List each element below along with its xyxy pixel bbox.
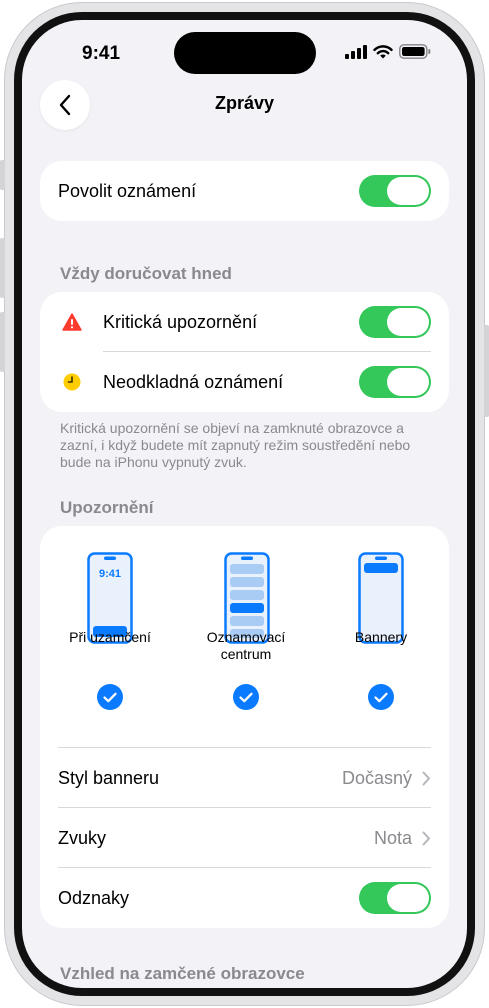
lock-screen-checkmark-icon[interactable] <box>97 684 123 710</box>
style-lock-screen-label: Při uzamčení <box>69 629 151 645</box>
time-sensitive-row: Neodkladná oznámení <box>40 352 449 412</box>
time-sensitive-label: Neodkladná oznámení <box>103 371 284 392</box>
badges-row: Odznaky <box>40 868 449 928</box>
deliver-footnote: Kritická upozornění se objeví na zamknut… <box>60 420 411 470</box>
allow-notifications-row: Povolit oznámení <box>40 161 449 221</box>
lock-screen-time: 9:41 <box>99 568 121 580</box>
sounds-value: Nota <box>373 827 412 848</box>
lock-screen-appearance-header: Vzhled na zamčené obrazovce <box>60 964 305 983</box>
alerts-card: 9:41 Při uzamčení Oznamovací centrum Ban… <box>40 526 449 928</box>
signal-icon <box>345 44 367 59</box>
deliver-header: Vždy doručovat hned <box>60 264 232 283</box>
banners-checkmark-icon[interactable] <box>368 684 394 710</box>
page-title: Zprávy <box>214 93 275 113</box>
badges-label: Odznaky <box>58 887 130 908</box>
notification-center-checkmark-icon[interactable] <box>233 684 259 710</box>
battery-icon <box>399 44 431 59</box>
sounds-label: Zvuky <box>58 827 107 848</box>
critical-alerts-toggle[interactable] <box>359 306 431 338</box>
side-button <box>484 325 489 417</box>
volume-up-button <box>0 238 5 298</box>
critical-alerts-label: Kritická upozornění <box>103 311 258 332</box>
wifi-icon <box>373 44 393 58</box>
sounds-row[interactable]: Zvuky Nota <box>40 808 449 868</box>
screen: 9:41 Zprávy Povolit oznámení Vždy doručo… <box>22 20 467 988</box>
style-banners-label: Bannery <box>354 629 408 645</box>
dynamic-island <box>174 32 316 74</box>
chevron-right-icon <box>422 771 431 786</box>
chevron-right-icon <box>422 831 431 846</box>
allow-notifications-label: Povolit oznámení <box>58 180 197 201</box>
allow-notifications-toggle[interactable] <box>359 175 431 207</box>
alert-styles: 9:41 Při uzamčení Oznamovací centrum Ban… <box>40 526 449 748</box>
volume-down-button <box>0 312 5 372</box>
style-notification-center-label: Oznamovací centrum <box>206 629 286 662</box>
status-time: 9:41 <box>82 43 121 64</box>
alerts-header: Upozornění <box>60 498 154 517</box>
deliver-card: Kritická upozornění Neodkladná oznámení <box>40 292 449 412</box>
badges-toggle[interactable] <box>359 882 431 914</box>
status-icons <box>345 44 431 59</box>
banner-style-row[interactable]: Styl banneru Dočasný <box>40 748 449 808</box>
action-button <box>0 160 5 190</box>
time-sensitive-toggle[interactable] <box>359 366 431 398</box>
banner-style-value: Dočasný <box>341 767 412 788</box>
critical-alerts-row: Kritická upozornění <box>40 292 449 352</box>
clock-icon <box>63 373 80 391</box>
banner-style-label: Styl banneru <box>58 767 160 788</box>
allow-card: Povolit oznámení <box>40 161 449 221</box>
warning-triangle-icon <box>61 313 82 331</box>
